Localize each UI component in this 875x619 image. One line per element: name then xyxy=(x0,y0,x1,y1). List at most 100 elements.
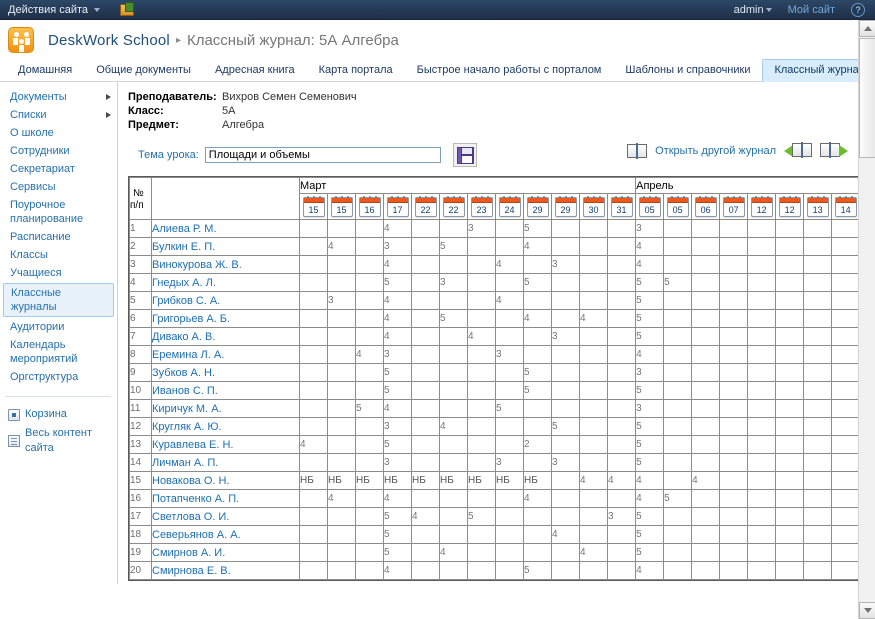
grade-cell[interactable] xyxy=(355,561,384,580)
grade-cell[interactable] xyxy=(606,399,637,418)
grade-cell[interactable]: 4 xyxy=(579,471,608,490)
grade-cell[interactable] xyxy=(579,237,608,256)
grade-cell[interactable] xyxy=(775,309,805,328)
grade-cell[interactable] xyxy=(411,489,440,508)
grade-cell[interactable] xyxy=(691,399,721,418)
grade-cell[interactable] xyxy=(747,399,777,418)
grade-cell[interactable]: 4 xyxy=(383,327,412,346)
grade-cell[interactable] xyxy=(831,345,858,364)
student-name-cell[interactable]: Булкин Е. П. xyxy=(151,237,300,256)
grade-cell[interactable] xyxy=(663,471,693,490)
my-site-link[interactable]: Мой сайт xyxy=(788,4,835,16)
date-header-cell[interactable]: 22 xyxy=(411,193,440,220)
grade-cell[interactable] xyxy=(495,327,524,346)
grade-cell[interactable] xyxy=(719,291,749,310)
grade-cell[interactable] xyxy=(606,453,637,472)
grade-cell[interactable] xyxy=(523,507,552,526)
date-header-cell[interactable]: 14 xyxy=(831,193,858,220)
tab-shared-documents[interactable]: Общие документы xyxy=(84,59,203,81)
grade-cell[interactable] xyxy=(467,543,496,562)
sidebar-item-events-calendar[interactable]: Календарь мероприятий xyxy=(0,336,117,368)
grade-cell[interactable] xyxy=(299,219,328,238)
grade-cell[interactable] xyxy=(606,309,637,328)
grade-cell[interactable] xyxy=(803,363,833,382)
grade-cell[interactable] xyxy=(606,255,637,274)
grade-cell[interactable] xyxy=(663,309,693,328)
grade-cell[interactable] xyxy=(747,327,777,346)
grade-cell[interactable] xyxy=(663,363,693,382)
sidebar-item-students[interactable]: Учащиеся xyxy=(0,264,117,282)
grade-cell[interactable]: 4 xyxy=(467,327,496,346)
grade-cell[interactable] xyxy=(663,507,693,526)
grade-cell[interactable]: 5 xyxy=(635,309,665,328)
grade-cell[interactable] xyxy=(719,417,749,436)
grade-cell[interactable] xyxy=(551,543,580,562)
grade-cell[interactable]: 5 xyxy=(523,219,552,238)
grade-cell[interactable] xyxy=(803,381,833,400)
grade-cell[interactable] xyxy=(439,453,468,472)
grade-cell[interactable] xyxy=(831,489,858,508)
grade-cell[interactable] xyxy=(467,399,496,418)
grade-cell[interactable] xyxy=(606,435,637,454)
grade-cell[interactable] xyxy=(747,381,777,400)
grade-cell[interactable] xyxy=(551,489,580,508)
grade-cell[interactable]: 4 xyxy=(579,543,608,562)
grade-cell[interactable] xyxy=(299,291,328,310)
grade-cell[interactable]: 4 xyxy=(691,471,721,490)
grade-cell[interactable]: 4 xyxy=(327,237,356,256)
grade-cell[interactable] xyxy=(411,255,440,274)
grade-cell[interactable]: 4 xyxy=(606,471,637,490)
grade-cell[interactable] xyxy=(495,417,524,436)
grade-cell[interactable]: 4 xyxy=(579,309,608,328)
grade-cell[interactable] xyxy=(831,471,858,490)
grade-cell[interactable] xyxy=(523,525,552,544)
grade-cell[interactable] xyxy=(803,309,833,328)
grade-cell[interactable]: 5 xyxy=(523,561,552,580)
grade-cell[interactable] xyxy=(579,255,608,274)
grade-cell[interactable] xyxy=(523,327,552,346)
grade-cell[interactable] xyxy=(803,543,833,562)
grade-cell[interactable] xyxy=(775,471,805,490)
grade-cell[interactable] xyxy=(719,237,749,256)
grade-cell[interactable] xyxy=(551,471,580,490)
grade-cell[interactable] xyxy=(551,237,580,256)
grade-cell[interactable]: 4 xyxy=(495,255,524,274)
grade-cell[interactable] xyxy=(495,525,524,544)
grade-cell[interactable] xyxy=(606,417,637,436)
student-name-cell[interactable]: Винокурова Ж. В. xyxy=(151,255,300,274)
grade-cell[interactable]: НБ xyxy=(411,471,440,490)
grade-cell[interactable]: 2 xyxy=(523,435,552,454)
grade-cell[interactable] xyxy=(411,345,440,364)
grade-cell[interactable] xyxy=(719,219,749,238)
grade-cell[interactable] xyxy=(495,381,524,400)
grade-cell[interactable] xyxy=(495,273,524,292)
grade-cell[interactable] xyxy=(831,255,858,274)
grade-cell[interactable] xyxy=(831,363,858,382)
grade-cell[interactable]: 4 xyxy=(495,291,524,310)
grade-cell[interactable] xyxy=(523,345,552,364)
student-name-cell[interactable]: Смирнов А. И. xyxy=(151,543,300,562)
grade-cell[interactable] xyxy=(775,237,805,256)
grade-cell[interactable] xyxy=(691,561,721,580)
grade-cell[interactable]: 3 xyxy=(551,327,580,346)
grade-cell[interactable] xyxy=(299,309,328,328)
grade-cell[interactable]: 3 xyxy=(551,453,580,472)
brand-title[interactable]: DeskWork School xyxy=(48,32,170,49)
grade-cell[interactable] xyxy=(495,561,524,580)
date-header-cell[interactable]: 30 xyxy=(579,193,608,220)
grade-cell[interactable] xyxy=(775,435,805,454)
scroll-up-button[interactable] xyxy=(859,20,875,37)
grade-cell[interactable]: 5 xyxy=(439,237,468,256)
grade-cell[interactable] xyxy=(355,273,384,292)
grade-cell[interactable] xyxy=(775,219,805,238)
grade-cell[interactable] xyxy=(579,453,608,472)
open-book-icon[interactable] xyxy=(627,142,648,160)
grade-cell[interactable] xyxy=(803,435,833,454)
student-name-cell[interactable]: Алиева Р. М. xyxy=(151,219,300,238)
grade-cell[interactable] xyxy=(719,273,749,292)
grade-cell[interactable]: 5 xyxy=(635,273,665,292)
scrollbar-thumb[interactable] xyxy=(859,38,875,158)
grade-cell[interactable] xyxy=(439,219,468,238)
grade-cell[interactable] xyxy=(551,507,580,526)
grade-cell[interactable] xyxy=(775,399,805,418)
